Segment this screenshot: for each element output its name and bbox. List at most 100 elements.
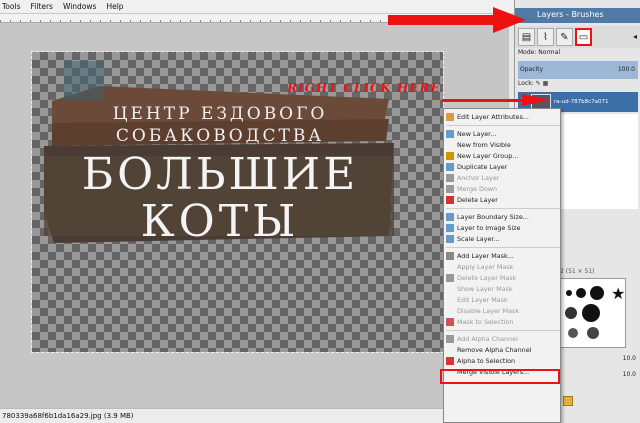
brush-name: 2 (51 × 51) bbox=[560, 268, 595, 275]
opacity-slider[interactable]: Opacity 100.0 bbox=[518, 61, 638, 79]
alpha-sel-icon bbox=[446, 357, 454, 365]
menu-item-mask-to-selection[interactable]: Mask to Selection bbox=[446, 317, 560, 327]
menu-item-layer-boundary-size[interactable]: Layer Boundary Size... bbox=[446, 212, 560, 222]
menu-item-delete-layer[interactable]: Delete Layer bbox=[446, 195, 560, 205]
menu-item-label: Remove Alpha Channel bbox=[457, 346, 532, 354]
sign-line1: ЦЕНТР ЕЗДОВОГО bbox=[113, 104, 328, 124]
menu-item-label: Anchor Layer bbox=[457, 174, 500, 182]
boundary-icon bbox=[446, 213, 454, 221]
new-layer-icon bbox=[446, 130, 454, 138]
edit-icon bbox=[446, 113, 454, 121]
anchor-icon bbox=[446, 174, 454, 182]
menu-item-merge-down[interactable]: Merge Down bbox=[446, 184, 560, 194]
lock-alpha-icon[interactable]: ▦ bbox=[543, 80, 549, 87]
menu-separator bbox=[446, 247, 560, 248]
dock-tabs: ▤ ⌇ ✎ ▭ bbox=[515, 26, 640, 48]
menu-help[interactable]: Help bbox=[106, 2, 123, 11]
menu-item-label: Alpha to Selection bbox=[457, 357, 516, 365]
add-alpha-highlight-box bbox=[440, 369, 560, 384]
menu-item-label: Delete Layer Mask bbox=[457, 274, 517, 282]
mask-icon bbox=[446, 252, 454, 260]
menu-item-label: Disable Layer Mask bbox=[457, 307, 520, 315]
menu-item-label: Edit Layer Mask bbox=[457, 296, 508, 304]
menu-item-scale-layer[interactable]: Scale Layer... bbox=[446, 234, 560, 244]
menu-item-label: Layer to Image Size bbox=[457, 224, 521, 232]
menu-windows[interactable]: Windows bbox=[63, 2, 96, 11]
right-click-annotation: RIGHT CLICK HERE bbox=[287, 81, 441, 95]
paths-tab-icon[interactable]: ⌇ bbox=[537, 28, 554, 46]
menu-item-add-layer-mask[interactable]: Add Layer Mask... bbox=[446, 251, 560, 261]
alpha-icon bbox=[446, 335, 454, 343]
menu-item-label: Mask to Selection bbox=[457, 318, 514, 326]
menu-item-label: Add Alpha Channel bbox=[457, 335, 518, 343]
menu-item-label: Layer Boundary Size... bbox=[457, 213, 529, 221]
blank-icon bbox=[446, 141, 454, 149]
blank-icon bbox=[446, 263, 454, 271]
menu-item-apply-layer-mask[interactable]: Apply Layer Mask bbox=[446, 262, 560, 272]
dock-title: Layers - Brushes bbox=[515, 8, 640, 23]
canvas-area[interactable]: ЦЕНТР ЕЗДОВОГО СОБАКОВОДСТВА БОЛЬШИЕ КОТ… bbox=[0, 14, 512, 408]
menu-item-layer-to-image-size[interactable]: Layer to Image Size bbox=[446, 223, 560, 233]
menu-item-disable-layer-mask[interactable]: Disable Layer Mask bbox=[446, 306, 560, 316]
menu-item-remove-alpha-channel[interactable]: Remove Alpha Channel bbox=[446, 345, 560, 355]
menu-item-label: Merge Down bbox=[457, 185, 498, 193]
menu-item-label: New Layer Group... bbox=[457, 152, 519, 160]
menu-item-alpha-to-selection[interactable]: Alpha to Selection bbox=[446, 356, 560, 366]
lock-pixels-icon[interactable]: ✎ bbox=[536, 80, 541, 87]
brush-grid[interactable]: ★ bbox=[560, 278, 626, 348]
annotation-arrow-big bbox=[388, 7, 526, 33]
menu-item-duplicate-layer[interactable]: Duplicate Layer bbox=[446, 162, 560, 172]
menu-item-label: Show Layer Mask bbox=[457, 285, 513, 293]
blank-icon bbox=[446, 296, 454, 304]
blank-icon bbox=[446, 307, 454, 315]
opacity-label: Opacity bbox=[520, 66, 544, 73]
menu-item-label: Scale Layer... bbox=[457, 235, 500, 243]
to-image-icon bbox=[446, 224, 454, 232]
lock-row: Lock: ✎ ▦ bbox=[518, 80, 638, 90]
menu-item-label: Edit Layer Attributes... bbox=[457, 113, 529, 121]
brush-spacing-value[interactable]: 10.0 bbox=[623, 355, 636, 362]
duplicate-icon bbox=[446, 163, 454, 171]
brush-delete-icon[interactable] bbox=[563, 396, 573, 406]
delete-icon bbox=[446, 196, 454, 204]
folder-icon bbox=[446, 152, 454, 160]
merge-icon bbox=[446, 185, 454, 193]
menu-item-label: Apply Layer Mask bbox=[457, 263, 514, 271]
menu-item-label: Add Layer Mask... bbox=[457, 252, 514, 260]
mask-sel-icon bbox=[446, 318, 454, 326]
menu-item-new-layer[interactable]: New Layer... bbox=[446, 129, 560, 139]
brush-size-value[interactable]: 10.0 bbox=[623, 371, 636, 378]
dock-menu-icon[interactable]: ◂ bbox=[633, 32, 637, 41]
menu-item-new-layer-group[interactable]: New Layer Group... bbox=[446, 151, 560, 161]
menu-item-edit-layer-mask[interactable]: Edit Layer Mask bbox=[446, 295, 560, 305]
sign-line3: БОЛЬШИЕ bbox=[82, 149, 358, 200]
svg-text:★: ★ bbox=[611, 284, 625, 303]
statusbar: 780339a68f6b1da16a29.jpg (3.9 MB) bbox=[0, 408, 515, 423]
menu-item-add-alpha-channel[interactable]: Add Alpha Channel bbox=[446, 334, 560, 344]
menu-separator bbox=[446, 330, 560, 331]
menu-filters[interactable]: Filters bbox=[30, 2, 52, 11]
menu-item-new-from-visible[interactable]: New from Visible bbox=[446, 140, 560, 150]
menu-tools[interactable]: Tools bbox=[2, 2, 20, 11]
lock-label: Lock: bbox=[518, 80, 534, 87]
menu-item-label: New from Visible bbox=[457, 141, 511, 149]
sign-line2: СОБАКОВОДСТВА bbox=[116, 126, 324, 146]
blank-icon bbox=[446, 346, 454, 354]
layer-name: ra-ud-787b8c7a071 bbox=[554, 99, 609, 105]
scale-icon bbox=[446, 235, 454, 243]
brush-previews: ★ bbox=[565, 284, 625, 339]
mode-select[interactable]: Mode: Normal bbox=[518, 49, 638, 59]
menu-separator bbox=[446, 208, 560, 209]
menu-item-label: New Layer... bbox=[457, 130, 497, 138]
undo-tab-icon[interactable]: ✎ bbox=[556, 28, 573, 46]
trash-icon bbox=[446, 274, 454, 282]
annotation-arrow-small bbox=[442, 94, 550, 106]
sign-line4: КОТЫ bbox=[141, 196, 300, 246]
menu-item-label: Duplicate Layer bbox=[457, 163, 508, 171]
menu-item-delete-layer-mask[interactable]: Delete Layer Mask bbox=[446, 273, 560, 283]
menu-item-anchor-layer[interactable]: Anchor Layer bbox=[446, 173, 560, 183]
brushes-tab-icon[interactable]: ▭ bbox=[575, 28, 592, 46]
menu-item-show-layer-mask[interactable]: Show Layer Mask bbox=[446, 284, 560, 294]
menu-item-edit-layer-attributes[interactable]: Edit Layer Attributes... bbox=[446, 112, 560, 122]
blank-icon bbox=[446, 285, 454, 293]
